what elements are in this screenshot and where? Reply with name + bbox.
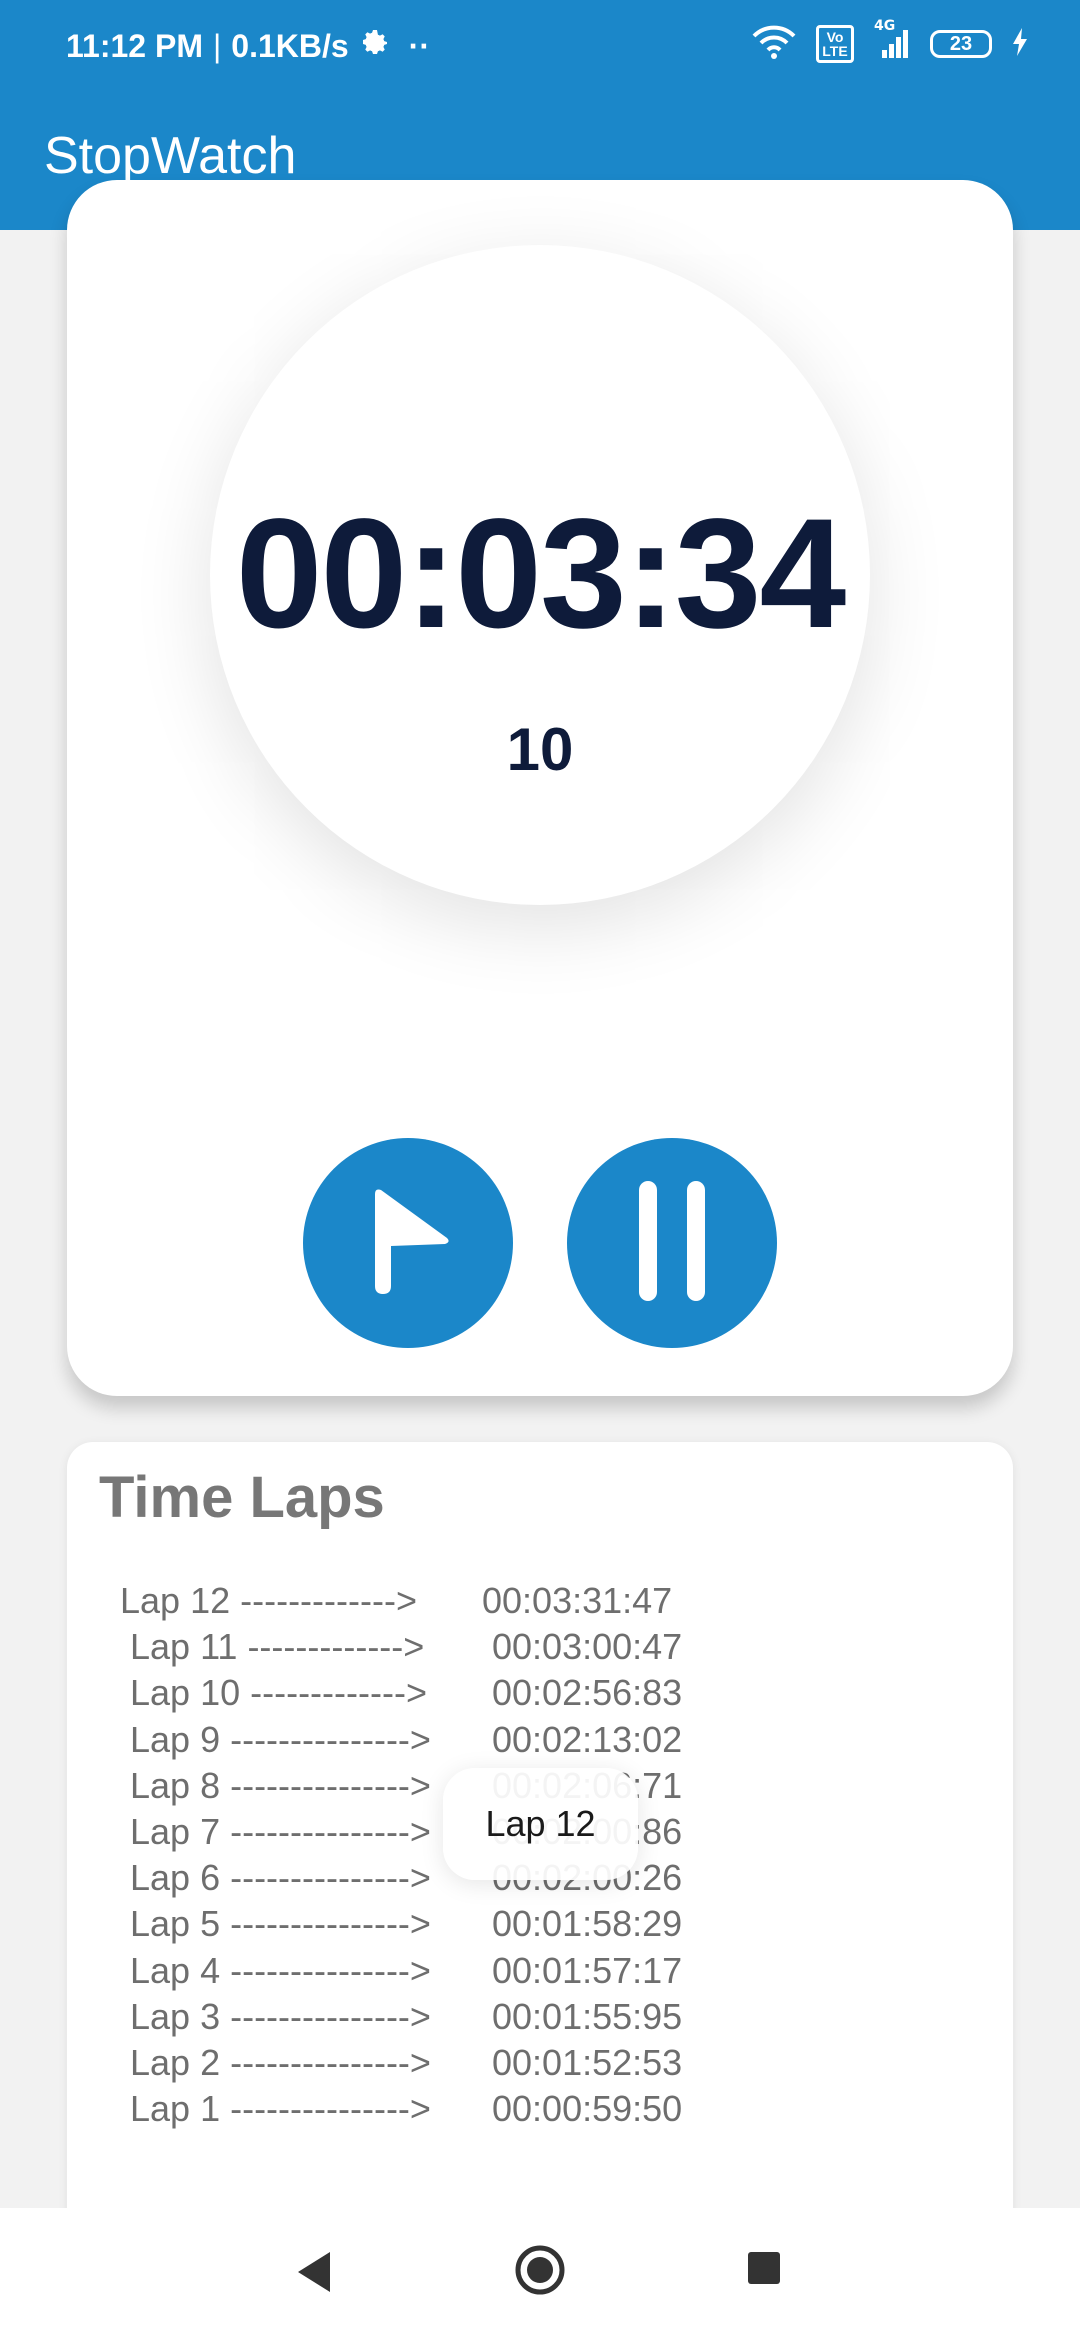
back-icon [298,2252,330,2292]
lap-label: Lap 9 ---------------> [130,1718,431,1760]
network-type-label: 4G [874,18,896,34]
lap-label: Lap 10 -------------> [130,1672,427,1714]
lap-row: Lap 9 ---------------> 00:02:13:02 [67,1719,1013,1765]
status-bar: 11:12 PM | 0.1KB/s ·· Vo LTE 4G 23 [0,0,1080,96]
lap-time: 00:01:55:95 [492,1995,683,2037]
lap-time: 00:01:57:17 [492,1949,683,1991]
status-left: 11:12 PM | 0.1KB/s ·· [66,26,430,66]
lap-row: Lap 10 -------------> 00:02:56:83 [67,1672,1013,1718]
recents-icon [748,2252,780,2284]
back-button[interactable] [294,2248,334,2300]
lap-time: 00:02:13:02 [492,1718,683,1760]
laps-card: Time Laps Lap 12 -------------> 00:03:31:… [67,1442,1013,2322]
app-title: StopWatch [44,127,297,185]
status-more: ·· [408,27,430,64]
lap-label: Lap 7 ---------------> [130,1810,431,1852]
clock-time: 00:03:34 [235,487,846,661]
laps-title: Time Laps [99,1465,385,1530]
lap-time: 00:02:56:83 [492,1672,683,1714]
status-time: 11:12 PM [66,27,203,64]
lap-row: Lap 4 ---------------> 00:01:57:17 [67,1950,1013,1996]
lap-label: Lap 4 ---------------> [130,1949,431,1991]
lap-time: 00:00:59:50 [492,2088,683,2130]
lap-label: Lap 11 -------------> [130,1626,425,1668]
gear-icon [359,26,391,66]
lap-label: Lap 5 ---------------> [130,1903,431,1945]
status-right: Vo LTE 4G 23 [750,18,1030,66]
flag-icon [363,1186,453,1300]
lap-time: 00:03:00:47 [492,1626,683,1668]
lap-time: 00:01:58:29 [492,1903,683,1945]
lap-label: Lap 3 ---------------> [130,1995,431,2037]
lap-row: Lap 3 ---------------> 00:01:55:95 [67,1996,1013,2042]
lap-row: Lap 2 ---------------> 00:01:52:53 [67,2042,1013,2088]
lap-button[interactable] [303,1138,513,1348]
lap-row: Lap 11 -------------> 00:03:00:47 [67,1626,1013,1672]
pause-icon [637,1181,707,1305]
status-net-speed: 0.1KB/s [231,27,349,64]
status-separator: | [212,27,222,64]
toast-message: Lap 12 [443,1768,638,1880]
lap-row: Lap 5 ---------------> 00:01:58:29 [67,1903,1013,1949]
lap-row: Lap 1 ---------------> 00:00:59:50 [67,2088,1013,2134]
home-button[interactable] [512,2242,568,2302]
clock-centiseconds: 10 [506,716,574,783]
wifi-icon [750,22,798,66]
lap-label: Lap 6 ---------------> [130,1857,431,1899]
lap-row: Lap 12 -------------> 00:03:31:47 [67,1580,1013,1626]
nav-bar [0,2208,1080,2340]
timer-card: 00:03:34 10 [67,180,1013,1396]
battery-icon: 23 [930,30,992,58]
lap-time: 00:03:31:47 [482,1580,673,1621]
charging-icon [1010,26,1030,62]
pause-button[interactable] [567,1138,777,1348]
volte-icon: Vo LTE [816,25,854,63]
lap-label: Lap 2 ---------------> [130,2041,431,2083]
lap-label: Lap 8 ---------------> [130,1764,431,1806]
signal-icon: 4G [872,18,912,64]
recents-button[interactable] [746,2250,782,2290]
clock-circle: 00:03:34 10 [210,245,870,905]
lap-time: 00:01:52:53 [492,2041,683,2083]
lap-label: Lap 12 -------------> [120,1580,417,1621]
lap-label: Lap 1 ---------------> [130,2088,431,2130]
home-icon [515,2245,565,2295]
